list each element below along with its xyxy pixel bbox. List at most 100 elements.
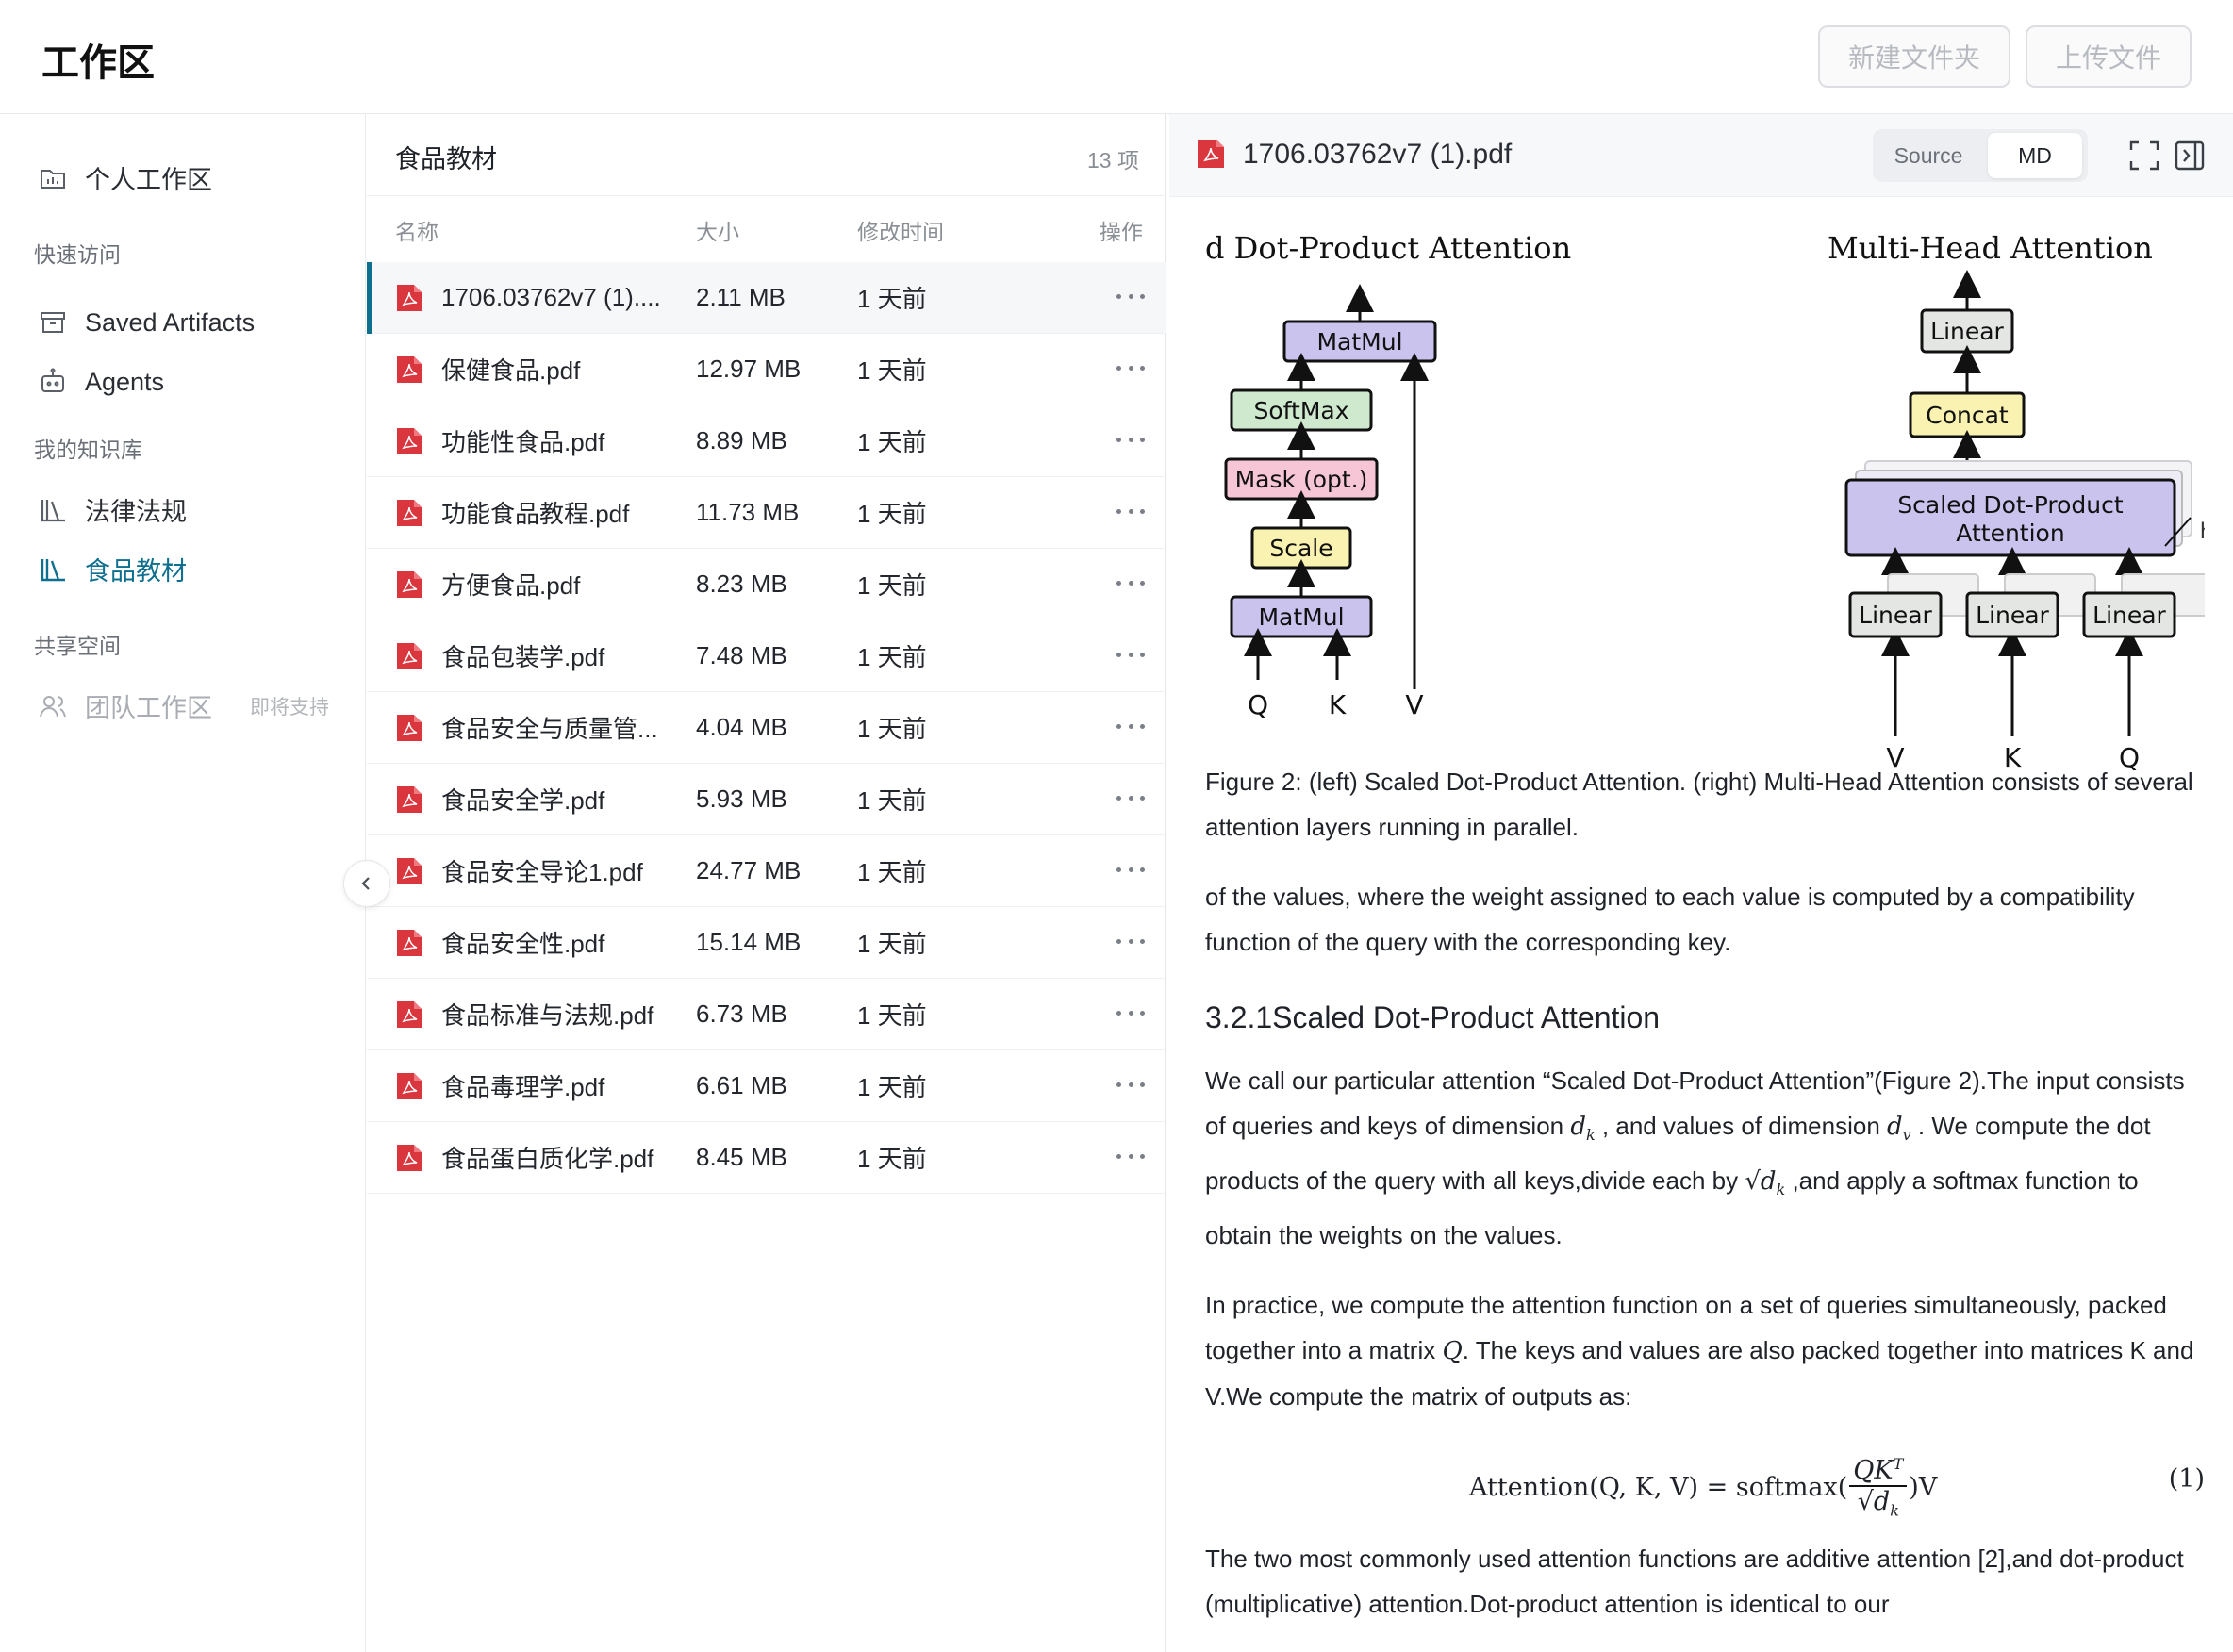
more-actions-icon[interactable] xyxy=(1116,860,1145,879)
more-actions-icon[interactable] xyxy=(1116,932,1145,950)
block-concat-label: Concat xyxy=(1926,402,2009,429)
column-header-modified[interactable]: 修改时间 xyxy=(857,214,944,246)
robot-icon xyxy=(41,368,64,392)
input-q: Q xyxy=(1248,689,1268,720)
mode-md-button[interactable]: MD xyxy=(1988,133,2082,178)
equation-denominator: √d xyxy=(1857,1487,1891,1517)
more-actions-icon[interactable] xyxy=(1116,717,1145,735)
file-name: 食品毒理学.pdf xyxy=(441,1073,605,1101)
file-name: 1706.03762v7 (1).... xyxy=(441,283,661,311)
top-bar: 工作区 新建文件夹 上传文件 xyxy=(0,0,2233,114)
section-shared-space: 共享空间 xyxy=(34,634,121,658)
input-k: K xyxy=(1329,689,1347,720)
sidebar-item-personal-workspace[interactable]: 个人工作区 xyxy=(38,159,212,196)
file-name: 食品包装学.pdf xyxy=(441,643,605,671)
file-name: 食品安全性.pdf xyxy=(441,930,605,958)
sidebar-item-label: 个人工作区 xyxy=(85,166,212,194)
table-row[interactable]: 食品安全与质量管... 4.04 MB 1 天前 xyxy=(367,692,1166,764)
equation-numerator: QK xyxy=(1853,1456,1894,1486)
pdf-icon xyxy=(397,1001,422,1028)
file-modified: 1 天前 xyxy=(857,571,927,600)
more-actions-icon[interactable] xyxy=(1116,287,1145,306)
pdf-icon xyxy=(397,1145,422,1171)
new-folder-button[interactable]: 新建文件夹 xyxy=(1818,25,2010,88)
file-name: 食品标准与法规.pdf xyxy=(441,1001,654,1030)
more-actions-icon[interactable] xyxy=(1116,1003,1145,1022)
more-actions-icon[interactable] xyxy=(1116,788,1145,807)
sidebar-item-label: 法律法规 xyxy=(85,498,187,526)
page-title: 工作区 xyxy=(41,42,155,84)
column-header-name[interactable]: 名称 xyxy=(395,214,438,246)
table-row[interactable]: 1706.03762v7 (1).... 2.11 MB 1 天前 xyxy=(367,262,1166,334)
collapse-panel-button[interactable] xyxy=(343,860,390,907)
books-icon xyxy=(41,558,65,581)
upload-file-button[interactable]: 上传文件 xyxy=(2026,25,2192,88)
column-header-size[interactable]: 大小 xyxy=(696,214,739,246)
pdf-icon xyxy=(397,428,422,454)
more-actions-icon[interactable] xyxy=(1116,502,1145,520)
file-size: 8.23 MB xyxy=(696,570,787,598)
document-content: d Dot-Product Attention Multi-Head Atten… xyxy=(1205,218,2205,1627)
more-actions-icon[interactable] xyxy=(1116,1075,1145,1094)
table-row[interactable]: 食品包装学.pdf 7.48 MB 1 天前 xyxy=(367,620,1166,692)
document-viewer: 1706.03762v7 (1).pdf Source MD d Dot-Pro… xyxy=(1169,114,2233,1652)
file-name: 食品安全学.pdf xyxy=(441,786,605,815)
file-modified: 1 天前 xyxy=(857,1001,927,1030)
table-row[interactable]: 食品蛋白质化学.pdf 8.45 MB 1 天前 xyxy=(367,1122,1166,1194)
pdf-icon xyxy=(397,1073,422,1099)
figure-left-title: d Dot-Product Attention xyxy=(1205,230,1571,266)
file-size: 6.61 MB xyxy=(696,1071,787,1099)
table-row[interactable]: 食品毒理学.pdf 6.61 MB 1 天前 xyxy=(367,1050,1166,1122)
figure-right-title: Multi-Head Attention xyxy=(1828,230,2153,266)
file-modified: 1 天前 xyxy=(857,715,927,743)
file-size: 4.04 MB xyxy=(696,713,787,741)
sidebar-item-law[interactable]: 法律法规 xyxy=(38,491,187,528)
paragraph: We call our particular attention “Scaled… xyxy=(1205,1066,2185,1250)
sidebar-item-food-textbooks[interactable]: 食品教材 xyxy=(38,551,187,587)
more-actions-icon[interactable] xyxy=(1116,358,1145,377)
file-size: 8.89 MB xyxy=(696,426,787,454)
sidebar-item-label: 团队工作区 xyxy=(85,694,212,722)
block-scale-label: Scale xyxy=(1269,535,1332,562)
equation: Attention(Q, K, V) = softmax( QKT √dk )V… xyxy=(1205,1427,2205,1530)
close-panel-icon[interactable] xyxy=(2171,137,2208,174)
table-row[interactable]: 食品安全学.pdf 5.93 MB 1 天前 xyxy=(367,764,1166,835)
file-modified: 1 天前 xyxy=(857,285,927,313)
sidebar-item-agents[interactable]: Agents xyxy=(38,367,164,397)
viewer-header: 1706.03762v7 (1).pdf Source MD xyxy=(1169,114,2233,197)
table-row[interactable]: 方便食品.pdf 8.23 MB 1 天前 xyxy=(367,549,1166,620)
file-modified: 1 天前 xyxy=(857,1145,927,1173)
more-actions-icon[interactable] xyxy=(1116,645,1145,664)
table-row[interactable]: 功能食品教程.pdf 11.73 MB 1 天前 xyxy=(367,477,1166,549)
table-row[interactable]: 食品标准与法规.pdf 6.73 MB 1 天前 xyxy=(367,979,1166,1050)
table-row[interactable]: 食品安全导论1.pdf 24.77 MB 1 天前 xyxy=(367,835,1166,907)
sidebar: 个人工作区 快速访问 Saved Artifacts Agents 我的知识库 … xyxy=(0,114,366,1652)
equation-sup: T xyxy=(1893,1455,1904,1474)
equation-sub: k xyxy=(1890,1501,1899,1520)
file-modified: 1 天前 xyxy=(857,1073,927,1101)
file-modified: 1 天前 xyxy=(857,428,927,456)
file-size: 5.93 MB xyxy=(696,785,787,813)
pdf-icon xyxy=(397,858,422,884)
file-size: 6.73 MB xyxy=(696,999,787,1028)
table-row[interactable]: 功能性食品.pdf 8.89 MB 1 天前 xyxy=(367,405,1166,477)
file-modified: 1 天前 xyxy=(857,786,927,815)
sidebar-item-label: Agents xyxy=(85,367,165,396)
view-mode-toggle: Source MD xyxy=(1873,129,2088,182)
sidebar-item-saved-artifacts[interactable]: Saved Artifacts xyxy=(38,307,255,338)
table-row[interactable]: 食品安全性.pdf 15.14 MB 1 天前 xyxy=(367,907,1166,979)
more-actions-icon[interactable] xyxy=(1116,1147,1145,1165)
sidebar-item-team-workspace: 团队工作区 即将支持 xyxy=(38,687,329,724)
file-modified: 1 天前 xyxy=(857,356,927,385)
more-actions-icon[interactable] xyxy=(1116,430,1145,449)
table-row[interactable]: 保健食品.pdf 12.97 MB 1 天前 xyxy=(367,334,1166,405)
block-sdpa-line1: Scaled Dot-Product xyxy=(1897,491,2124,519)
figure-caption: Figure 2: (left) Scaled Dot-Product Atte… xyxy=(1205,768,2193,841)
equation-lhs: Attention(Q, K, V) = softmax( xyxy=(1469,1473,1848,1503)
coming-soon-badge: 即将支持 xyxy=(250,696,329,719)
fullscreen-icon[interactable] xyxy=(2125,137,2163,174)
file-name: 保健食品.pdf xyxy=(441,356,581,385)
input-v: V xyxy=(1405,689,1423,720)
more-actions-icon[interactable] xyxy=(1116,573,1145,592)
mode-source-button[interactable]: Source xyxy=(1873,129,1984,182)
